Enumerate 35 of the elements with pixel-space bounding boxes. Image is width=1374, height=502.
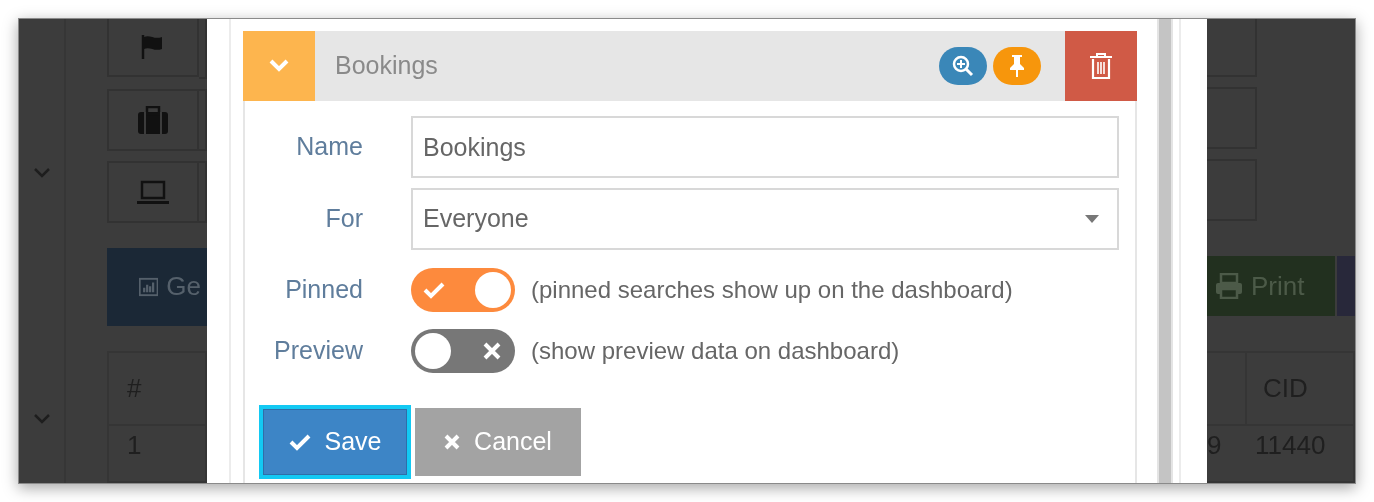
- chart-button[interactable]: Ge: [107, 248, 207, 326]
- table-header: #: [127, 372, 142, 406]
- delete-button[interactable]: [1065, 31, 1137, 101]
- close-icon: [444, 434, 461, 450]
- scrollbar[interactable]: [1157, 19, 1173, 483]
- icon-tile[interactable]: [107, 89, 199, 151]
- trash-icon: [1089, 52, 1113, 80]
- cancel-button[interactable]: Cancel: [415, 408, 581, 476]
- toggle-label: Preview: [273, 335, 363, 367]
- name-field[interactable]: Bookings: [411, 116, 1119, 178]
- select-field[interactable]: Everyone: [411, 188, 1119, 250]
- check-icon: [423, 281, 445, 299]
- panel-title: Bookings: [335, 50, 438, 82]
- check-icon: [288, 433, 311, 451]
- icon-tile[interactable]: [107, 161, 199, 223]
- toggle-switch[interactable]: [411, 329, 515, 373]
- briefcase-icon: [137, 105, 169, 135]
- field-label: Name: [295, 131, 363, 163]
- pin-button[interactable]: [993, 47, 1041, 85]
- zoom-button[interactable]: [939, 47, 987, 85]
- toggle-switch[interactable]: [411, 268, 515, 312]
- collapse-button[interactable]: [243, 31, 315, 101]
- printer-icon: [1215, 273, 1243, 299]
- field-label: For: [324, 203, 363, 235]
- hint-text: (show preview data on dashboard): [531, 336, 900, 366]
- toggle-label: Pinned: [284, 274, 363, 306]
- zoom-in-icon: [952, 55, 974, 77]
- icon-tile[interactable]: [107, 19, 199, 77]
- chevron-down-icon: [268, 58, 290, 74]
- close-icon: [483, 342, 501, 360]
- laptop-icon: [137, 180, 169, 204]
- hint-text: (pinned searches show up on the dashboard): [531, 275, 1013, 305]
- caret-down-icon: [1085, 215, 1099, 223]
- bar-chart-icon: [139, 275, 159, 299]
- pin-icon: [1009, 54, 1025, 78]
